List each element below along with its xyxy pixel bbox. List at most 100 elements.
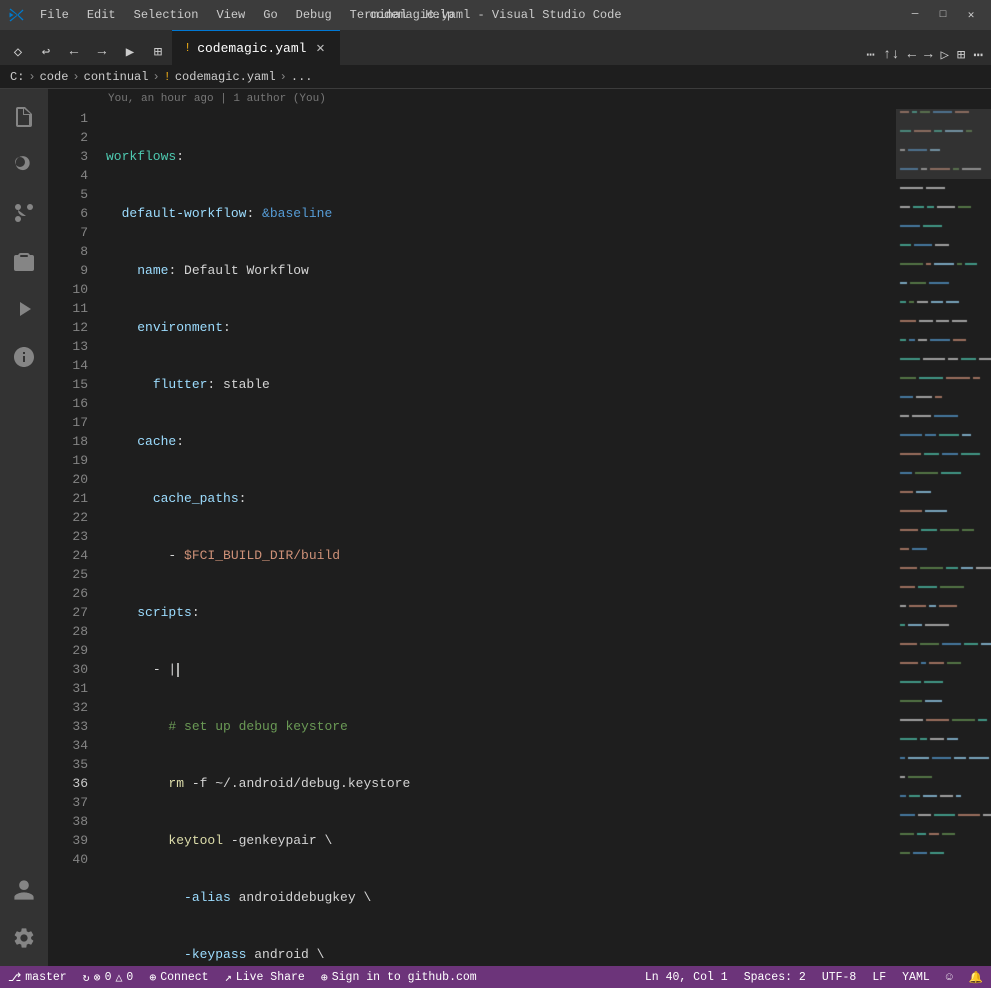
live-share-icon: ↗ bbox=[225, 970, 232, 985]
toolbar-icon-2[interactable]: ↑↓ bbox=[883, 47, 900, 63]
code-line: environment: bbox=[106, 318, 896, 337]
warnings-icon: △ bbox=[115, 970, 122, 985]
language-mode-status[interactable]: YAML bbox=[894, 966, 938, 988]
main-area: You, an hour ago | 1 author (You) 1 2 3 … bbox=[0, 89, 991, 966]
toolbar-icon-7[interactable]: ⋯ bbox=[973, 45, 983, 65]
vscode-logo-icon bbox=[8, 7, 24, 23]
code-line: keytool -genkeypair \ bbox=[106, 831, 896, 850]
code-line: # set up debug keystore bbox=[106, 717, 896, 736]
toolbar-icon-1[interactable]: ⋯ bbox=[866, 47, 874, 64]
menu-edit[interactable]: Edit bbox=[79, 6, 124, 24]
toolbar-prev[interactable]: ← bbox=[60, 39, 88, 65]
toolbar-next[interactable]: → bbox=[88, 39, 116, 65]
code-line: rm -f ~/.android/debug.keystore bbox=[106, 774, 896, 793]
toolbar-icon-4[interactable]: → bbox=[924, 47, 932, 63]
line-number: 7 bbox=[48, 223, 88, 242]
code-line: - $FCI_BUILD_DIR/build bbox=[106, 546, 896, 565]
menu-selection[interactable]: Selection bbox=[126, 6, 207, 24]
code-line: default-workflow: &baseline bbox=[106, 204, 896, 223]
code-editor[interactable]: 1 2 3 4 5 6 7 8 9 10 11 12 13 14 15 16 1… bbox=[48, 109, 991, 966]
code-content[interactable]: workflows: default-workflow: &baseline n… bbox=[98, 109, 896, 966]
line-number: 22 bbox=[48, 508, 88, 527]
encoding-status[interactable]: UTF-8 bbox=[814, 966, 865, 988]
line-number: 9 bbox=[48, 261, 88, 280]
line-number: 14 bbox=[48, 356, 88, 375]
git-branch-label: master bbox=[25, 971, 66, 984]
toolbar-run[interactable]: ▶ bbox=[116, 39, 144, 65]
line-number: 33 bbox=[48, 717, 88, 736]
line-ending-status[interactable]: LF bbox=[864, 966, 894, 988]
warnings-count: 0 bbox=[126, 971, 133, 984]
source-control-activity-icon[interactable] bbox=[0, 189, 48, 237]
git-author-text: You, an hour ago | 1 author (You) bbox=[108, 93, 326, 105]
breadcrumb-file[interactable]: codemagic.yaml bbox=[175, 70, 276, 84]
line-number: 13 bbox=[48, 337, 88, 356]
menu-debug[interactable]: Debug bbox=[288, 6, 340, 24]
line-number: 19 bbox=[48, 451, 88, 470]
toolbar-split[interactable]: ⊞ bbox=[144, 39, 172, 65]
code-line: - | bbox=[106, 660, 896, 679]
line-number: 11 bbox=[48, 299, 88, 318]
explorer-icon[interactable] bbox=[0, 93, 48, 141]
line-number: 24 bbox=[48, 546, 88, 565]
breadcrumb-continual[interactable]: continual bbox=[84, 70, 149, 84]
sync-status[interactable]: ↻ ⊗ 0 △ 0 bbox=[75, 966, 142, 988]
line-number: 23 bbox=[48, 527, 88, 546]
line-number: 12 bbox=[48, 318, 88, 337]
git-branch-status[interactable]: ⎇ master bbox=[0, 966, 75, 988]
toolbar-back[interactable]: ◇ bbox=[4, 39, 32, 65]
git-blame-info: You, an hour ago | 1 author (You) bbox=[48, 89, 991, 109]
extensions-activity-icon[interactable] bbox=[0, 237, 48, 285]
live-share-status[interactable]: ↗ Live Share bbox=[217, 966, 313, 988]
close-button[interactable]: ✕ bbox=[959, 5, 983, 25]
line-number: 38 bbox=[48, 812, 88, 831]
toolbar-refresh[interactable]: ↩ bbox=[32, 39, 60, 65]
live-share-label: Live Share bbox=[236, 971, 305, 984]
toolbar-icon-3[interactable]: ← bbox=[908, 47, 916, 63]
errors-icon: ⊗ bbox=[94, 970, 101, 985]
accounts-activity-icon[interactable] bbox=[0, 870, 48, 918]
editor-area: You, an hour ago | 1 author (You) 1 2 3 … bbox=[48, 89, 991, 966]
feedback-status[interactable]: ☺ bbox=[938, 966, 961, 988]
run-activity-icon[interactable] bbox=[0, 285, 48, 333]
notifications-status[interactable]: 🔔 bbox=[961, 966, 991, 988]
tab-bar: ◇ ↩ ← → ▶ ⊞ ! codemagic.yaml ✕ ⋯ ↑↓ ← → … bbox=[0, 30, 991, 65]
minimize-button[interactable]: ─ bbox=[903, 5, 927, 25]
breadcrumb-c[interactable]: C: bbox=[10, 70, 24, 84]
activity-bar bbox=[0, 89, 48, 966]
search-activity-icon[interactable] bbox=[0, 141, 48, 189]
line-number: 6 bbox=[48, 204, 88, 223]
feedback-icon: ☺ bbox=[946, 971, 953, 984]
cursor-position-status[interactable]: Ln 40, Col 1 bbox=[637, 966, 736, 988]
line-number: 34 bbox=[48, 736, 88, 755]
line-number: 1 bbox=[48, 109, 88, 128]
breadcrumb-code[interactable]: code bbox=[40, 70, 69, 84]
line-number: 39 bbox=[48, 831, 88, 850]
maximize-button[interactable]: □ bbox=[931, 5, 955, 25]
breadcrumb-more[interactable]: ... bbox=[291, 70, 313, 84]
line-number: 3 bbox=[48, 147, 88, 166]
menu-file[interactable]: File bbox=[32, 6, 77, 24]
indentation-status[interactable]: Spaces: 2 bbox=[736, 966, 814, 988]
minimap bbox=[896, 109, 991, 966]
line-number: 31 bbox=[48, 679, 88, 698]
toolbar-icon-6[interactable]: ⊞ bbox=[957, 47, 965, 64]
code-line: workflows: bbox=[106, 147, 896, 166]
code-line: -alias androiddebugkey \ bbox=[106, 888, 896, 907]
settings-activity-icon[interactable] bbox=[0, 918, 48, 966]
line-number: 27 bbox=[48, 603, 88, 622]
language-mode-label: YAML bbox=[902, 971, 930, 984]
menu-view[interactable]: View bbox=[208, 6, 253, 24]
code-line: flutter: stable bbox=[106, 375, 896, 394]
line-number: 21 bbox=[48, 489, 88, 508]
github-signin-status[interactable]: ⊕ Sign in to github.com bbox=[313, 966, 485, 988]
minimap-canvas bbox=[896, 109, 991, 869]
remote-activity-icon[interactable] bbox=[0, 333, 48, 381]
toolbar-icon-5[interactable]: ▷ bbox=[940, 47, 948, 64]
tab-label: codemagic.yaml bbox=[197, 41, 306, 56]
tab-close-button[interactable]: ✕ bbox=[312, 40, 328, 56]
menu-go[interactable]: Go bbox=[255, 6, 285, 24]
connect-status[interactable]: ⊕ Connect bbox=[141, 966, 216, 988]
tab-codemagic-yaml[interactable]: ! codemagic.yaml ✕ bbox=[172, 30, 340, 65]
errors-count: 0 bbox=[105, 971, 112, 984]
